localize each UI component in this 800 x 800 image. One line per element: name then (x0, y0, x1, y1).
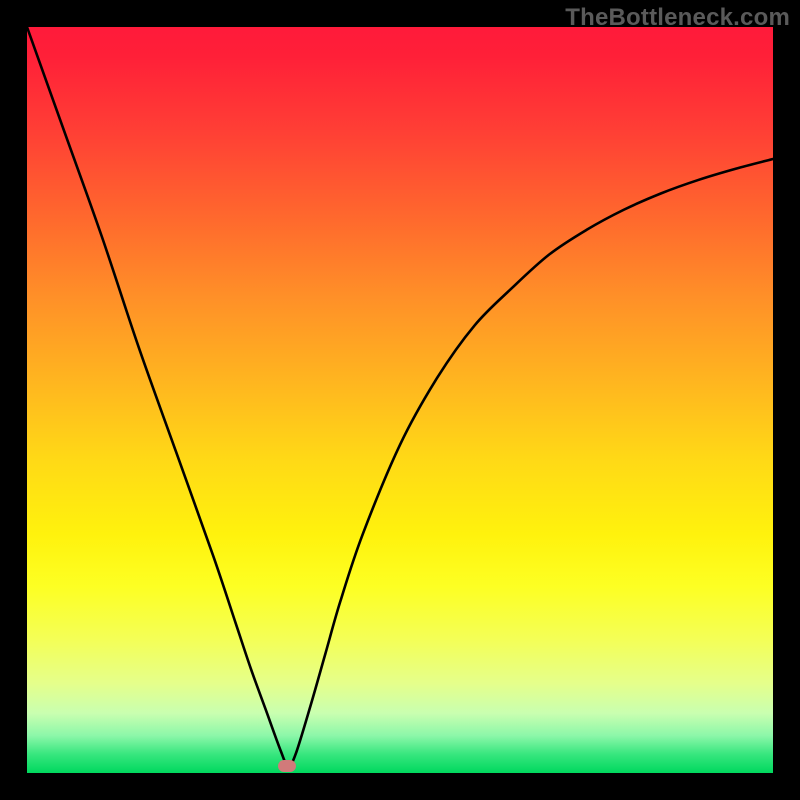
chart-frame: TheBottleneck.com (0, 0, 800, 800)
plot-area (27, 27, 773, 773)
optimal-point-marker (278, 760, 296, 772)
bottleneck-curve (27, 27, 773, 773)
